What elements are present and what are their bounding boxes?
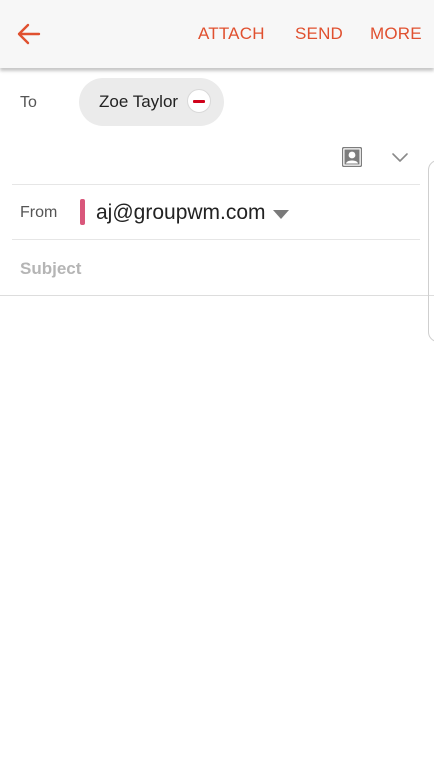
more-button[interactable]: MORE [370, 24, 422, 44]
recipient-chip[interactable]: Zoe Taylor [79, 78, 224, 126]
recipient-chip-name: Zoe Taylor [99, 92, 179, 111]
from-account-dropdown[interactable]: aj@groupwm.com [96, 200, 289, 226]
subject-input[interactable] [20, 256, 410, 282]
chevron-down-icon [392, 153, 408, 162]
from-label: From [20, 204, 58, 221]
from-account-value: aj@groupwm.com [96, 201, 266, 224]
back-button[interactable] [10, 16, 48, 52]
remove-recipient-button[interactable] [187, 89, 211, 113]
attach-button[interactable]: ATTACH [198, 24, 265, 44]
scroll-handle[interactable] [428, 160, 434, 342]
expand-recipients-button[interactable] [391, 150, 409, 164]
divider [12, 184, 420, 185]
divider [12, 239, 420, 240]
send-button[interactable]: SEND [295, 24, 343, 44]
contact-card-icon [341, 146, 363, 168]
contacts-button[interactable] [341, 146, 363, 168]
arrow-left-icon [17, 23, 41, 45]
compose-email-screen: ATTACH SEND MORE To Zoe Taylor From aj@g… [0, 0, 434, 771]
caret-down-icon [272, 209, 289, 219]
top-app-bar: ATTACH SEND MORE [0, 0, 434, 68]
account-color-indicator [80, 199, 85, 225]
message-body-editor[interactable] [0, 296, 434, 771]
to-label: To [20, 94, 37, 111]
minus-circle-icon [193, 99, 205, 103]
